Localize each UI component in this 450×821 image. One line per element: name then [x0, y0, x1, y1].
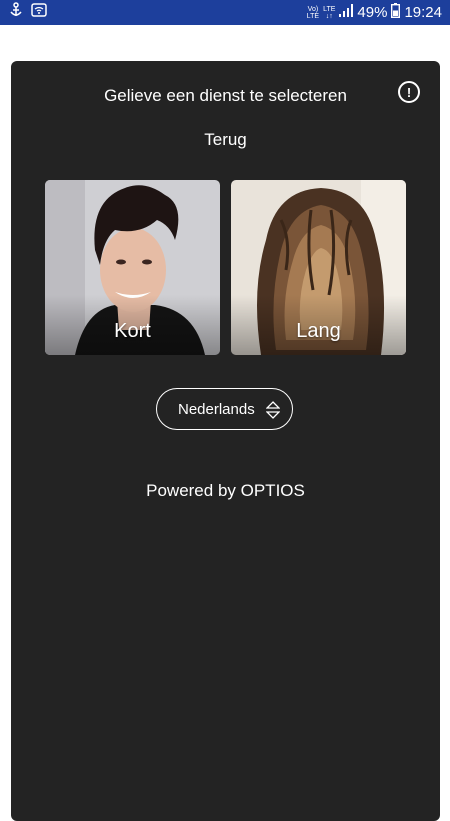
- language-selected: Nederlands: [178, 400, 255, 418]
- android-debug-icon: [9, 2, 23, 23]
- page-title: Gelieve een dienst te selecteren: [104, 86, 347, 105]
- powered-by: Powered by OPTIOS: [146, 481, 305, 500]
- lte-indicator: LTE ↓↑: [323, 5, 336, 20]
- service-tile-long[interactable]: Lang: [231, 180, 406, 355]
- signal-icon: [339, 4, 354, 21]
- status-bar: Vo) LTE LTE ↓↑ 49% 19:24: [0, 0, 450, 25]
- service-tile-short[interactable]: Kort: [45, 180, 220, 355]
- service-label: Kort: [114, 320, 151, 342]
- battery-percent: 49%: [357, 4, 388, 21]
- wifi-icon: [31, 3, 47, 22]
- battery-icon: [391, 3, 401, 22]
- sort-arrows-icon: [265, 401, 281, 423]
- volte-indicator: Vo) LTE: [306, 5, 320, 20]
- service-label: Lang: [296, 320, 341, 342]
- back-link[interactable]: Terug: [11, 130, 440, 150]
- clock: 19:24: [404, 4, 442, 21]
- service-card: Gelieve een dienst te selecteren ! Terug…: [11, 61, 440, 821]
- exclamation-circle-icon[interactable]: !: [398, 81, 420, 103]
- language-select[interactable]: Nederlands: [156, 388, 293, 430]
